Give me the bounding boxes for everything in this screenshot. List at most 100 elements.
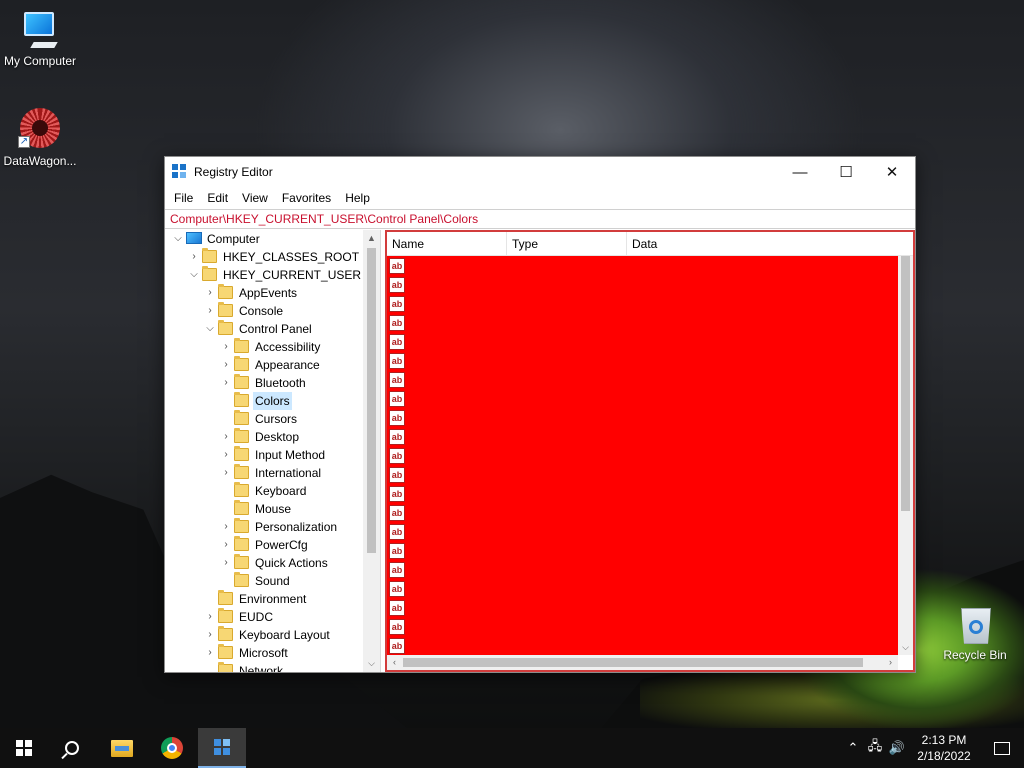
tree-item-powercfg[interactable]: › PowerCfg <box>165 536 363 554</box>
string-value-icon[interactable]: ab <box>389 296 405 312</box>
expander-chevron-icon[interactable]: ⌵ <box>189 266 199 284</box>
tree-item-keyboard[interactable]: Keyboard <box>165 482 363 500</box>
string-value-icon[interactable]: ab <box>389 391 405 407</box>
scroll-left-arrow-icon[interactable]: ‹ <box>387 655 402 670</box>
tree-item-console[interactable]: › Console <box>165 302 363 320</box>
tree-item-input-method[interactable]: › Input Method <box>165 446 363 464</box>
string-value-icon[interactable]: ab <box>389 258 405 274</box>
string-value-icon[interactable]: ab <box>389 486 405 502</box>
tree-item-microsoft[interactable]: › Microsoft <box>165 644 363 662</box>
tree-item-appevents[interactable]: › AppEvents <box>165 284 363 302</box>
show-hidden-icons-chevron-icon[interactable]: ⌃ <box>842 740 864 756</box>
scroll-up-arrow-icon[interactable]: ▲ <box>363 230 380 247</box>
title-bar[interactable]: Registry Editor — ☐ ✕ <box>165 157 915 187</box>
expander-chevron-icon[interactable]: › <box>221 464 231 482</box>
taskbar-file-explorer[interactable] <box>98 728 146 768</box>
column-header-type[interactable]: Type <box>507 232 627 255</box>
string-value-icon[interactable]: ab <box>389 562 405 578</box>
expander-chevron-icon[interactable]: › <box>221 554 231 572</box>
expander-chevron-icon[interactable]: › <box>221 518 231 536</box>
maximize-button[interactable]: ☐ <box>823 157 869 187</box>
scroll-down-arrow-icon[interactable]: ⌵ <box>363 655 380 672</box>
string-value-icon[interactable]: ab <box>389 277 405 293</box>
tree-item-personalization[interactable]: › Personalization <box>165 518 363 536</box>
network-icon[interactable]: 🖧 <box>864 737 886 759</box>
expander-chevron-icon[interactable]: › <box>221 356 231 374</box>
close-button[interactable]: ✕ <box>869 157 915 187</box>
expander-chevron-icon[interactable]: › <box>205 302 215 320</box>
tree-item-international[interactable]: › International <box>165 464 363 482</box>
menu-edit[interactable]: Edit <box>200 187 235 209</box>
expander-chevron-icon[interactable]: › <box>205 626 215 644</box>
column-header-name[interactable]: Name <box>387 232 507 255</box>
string-value-icon[interactable]: ab <box>389 600 405 616</box>
tree-item-network[interactable]: Network <box>165 662 363 672</box>
string-value-icon[interactable]: ab <box>389 334 405 350</box>
tree-item-cursors[interactable]: Cursors <box>165 410 363 428</box>
expander-chevron-icon[interactable]: › <box>189 248 199 266</box>
string-value-icon[interactable]: ab <box>389 638 405 654</box>
menu-file[interactable]: File <box>167 187 200 209</box>
desktop-icon-recycle-bin[interactable]: Recycle Bin <box>935 602 1015 662</box>
tree-item-mouse[interactable]: Mouse <box>165 500 363 518</box>
minimize-button[interactable]: — <box>777 157 823 187</box>
string-value-icon[interactable]: ab <box>389 448 405 464</box>
search-button[interactable] <box>48 728 96 768</box>
expander-chevron-icon[interactable]: ⌵ <box>173 230 183 248</box>
clock[interactable]: 2:13 PM 2/18/2022 <box>908 732 980 764</box>
list-vertical-scrollbar[interactable]: ⌵ <box>898 256 913 655</box>
tree-item-appearance[interactable]: › Appearance <box>165 356 363 374</box>
tree-item-control-panel[interactable]: ⌵ Control Panel <box>165 320 363 338</box>
string-value-icon[interactable]: ab <box>389 315 405 331</box>
string-value-icon[interactable]: ab <box>389 410 405 426</box>
scroll-right-arrow-icon[interactable]: › <box>883 655 898 670</box>
tree-item-sound[interactable]: Sound <box>165 572 363 590</box>
expander-chevron-icon[interactable]: ⌵ <box>205 320 215 338</box>
taskbar-registry-editor[interactable] <box>198 728 246 768</box>
string-value-icon[interactable]: ab <box>389 353 405 369</box>
list-scroll-thumb[interactable] <box>901 256 910 511</box>
tree-item-quick-actions[interactable]: › Quick Actions <box>165 554 363 572</box>
tree-scroll-thumb[interactable] <box>367 248 376 553</box>
string-value-icon[interactable]: ab <box>389 543 405 559</box>
expander-chevron-icon[interactable]: › <box>221 536 231 554</box>
string-value-icon[interactable]: ab <box>389 372 405 388</box>
tree-item-computer[interactable]: ⌵ Computer <box>165 230 363 248</box>
tree-item-desktop[interactable]: › Desktop <box>165 428 363 446</box>
desktop-icon-my-computer[interactable]: My Computer <box>0 8 80 68</box>
tree-item-environment[interactable]: Environment <box>165 590 363 608</box>
string-value-icon[interactable]: ab <box>389 581 405 597</box>
list-horizontal-scrollbar[interactable]: ‹ › <box>387 655 898 670</box>
taskbar-chrome[interactable] <box>148 728 196 768</box>
string-value-icon[interactable]: ab <box>389 467 405 483</box>
menu-view[interactable]: View <box>235 187 275 209</box>
start-button[interactable] <box>0 728 48 768</box>
expander-chevron-icon[interactable]: › <box>221 428 231 446</box>
tree-item-keyboard-layout[interactable]: › Keyboard Layout <box>165 626 363 644</box>
expander-chevron-icon[interactable]: › <box>205 644 215 662</box>
expander-chevron-icon[interactable]: › <box>205 608 215 626</box>
expander-chevron-icon[interactable]: › <box>221 338 231 356</box>
address-bar[interactable]: Computer\HKEY_CURRENT_USER\Control Panel… <box>165 209 915 229</box>
expander-chevron-icon[interactable]: › <box>205 284 215 302</box>
tree-item-eudc[interactable]: › EUDC <box>165 608 363 626</box>
tree-item-hkey-classes-root[interactable]: › HKEY_CLASSES_ROOT <box>165 248 363 266</box>
tree-item-colors[interactable]: Colors <box>165 392 363 410</box>
tree-item-bluetooth[interactable]: › Bluetooth <box>165 374 363 392</box>
tree-vertical-scrollbar[interactable]: ▲ ⌵ <box>363 230 380 672</box>
expander-chevron-icon[interactable]: › <box>221 446 231 464</box>
expander-chevron-icon[interactable]: › <box>221 374 231 392</box>
string-value-icon[interactable]: ab <box>389 524 405 540</box>
string-value-icon[interactable]: ab <box>389 619 405 635</box>
menu-favorites[interactable]: Favorites <box>275 187 338 209</box>
string-value-icon[interactable]: ab <box>389 429 405 445</box>
string-value-icon[interactable]: ab <box>389 505 405 521</box>
values-list[interactable]: ab ab ab ab ab ab ab ab ab ab ab ab ab ab ab ab ab ab ab ab… <box>387 256 898 655</box>
column-header-data[interactable]: Data <box>627 232 913 255</box>
notification-center-button[interactable] <box>980 741 1024 755</box>
menu-help[interactable]: Help <box>338 187 377 209</box>
volume-icon[interactable]: 🔊 <box>886 740 908 756</box>
list-hscroll-thumb[interactable] <box>403 658 863 667</box>
scroll-down-arrow-icon[interactable]: ⌵ <box>898 640 913 655</box>
tree-item-accessibility[interactable]: › Accessibility <box>165 338 363 356</box>
